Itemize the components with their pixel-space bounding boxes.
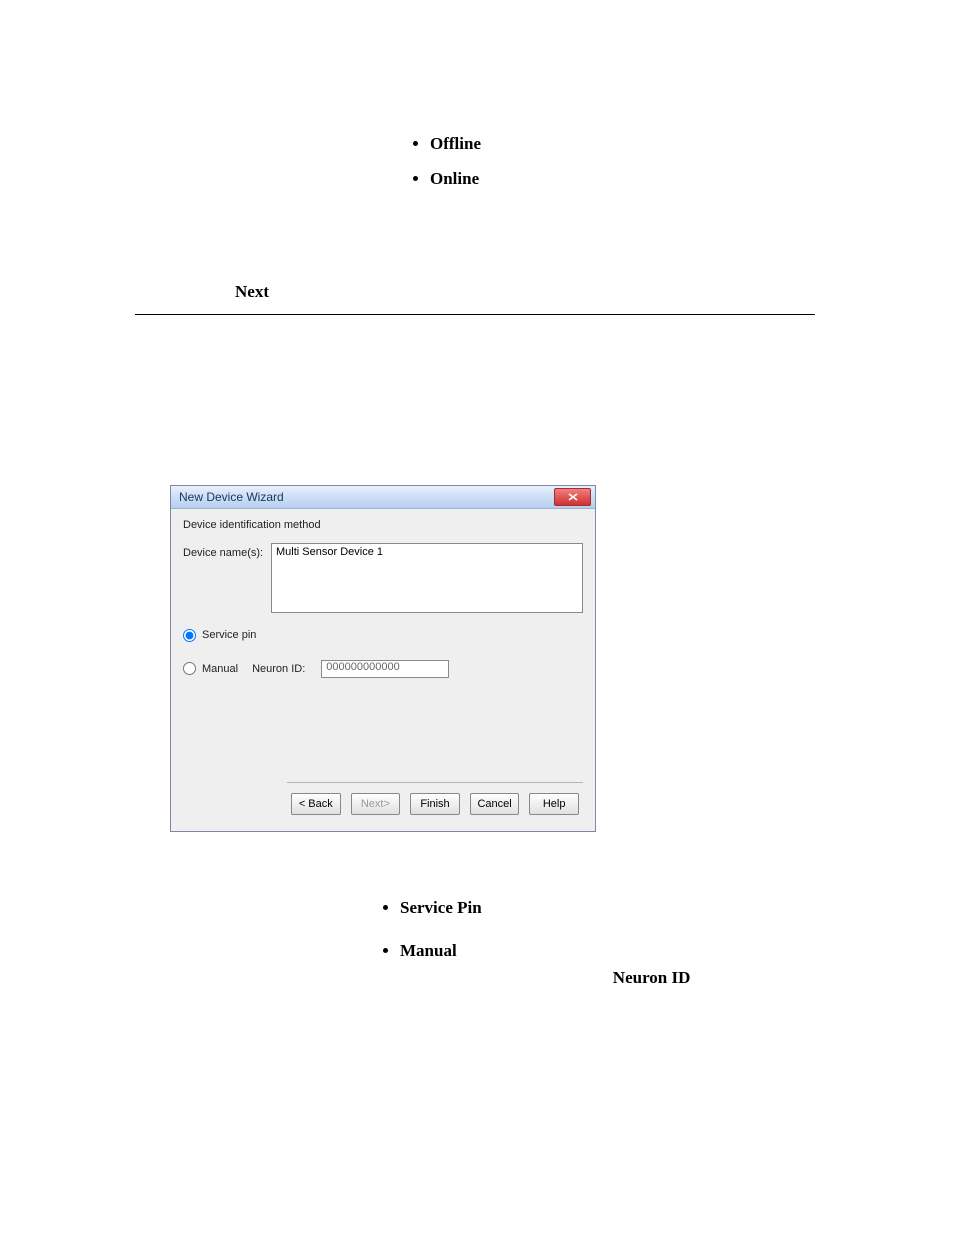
next-line: Next — [235, 282, 834, 302]
neuron-id-value: 000000000000 — [326, 661, 399, 673]
offline-online-list: Offline Online — [390, 130, 834, 194]
list-item: Manual — [400, 937, 860, 966]
manual-term: Manual — [400, 941, 457, 960]
service-pin-radio-row: Service pin — [183, 629, 583, 642]
service-pin-term: Service Pin — [400, 898, 482, 917]
neuron-id-label: Neuron ID: — [252, 663, 305, 675]
manual-label: Manual — [202, 663, 238, 675]
list-item: Offline — [430, 130, 834, 159]
dialog-subtitle: Device identification method — [183, 519, 583, 531]
service-pin-radio[interactable] — [183, 629, 196, 642]
device-name-input[interactable]: Multi Sensor Device 1 — [271, 543, 583, 613]
neuron-id-fragment: pad Neuron ID — [406, 968, 836, 988]
next-word: Next — [235, 282, 269, 301]
method-description-list: Service Pin Manual — [360, 894, 860, 966]
neuron-id-input[interactable]: 000000000000 — [321, 660, 449, 678]
online-label: Online — [430, 169, 479, 188]
finish-button[interactable]: Finish — [410, 793, 460, 815]
section-divider — [135, 314, 815, 315]
manual-radio-row: Manual Neuron ID: 000000000000 — [183, 660, 583, 678]
close-icon[interactable] — [554, 488, 591, 506]
manual-radio[interactable] — [183, 662, 196, 675]
neuron-id-term: Neuron ID — [613, 968, 691, 987]
device-name-value: Multi Sensor Device 1 — [276, 546, 383, 558]
service-pin-label: Service pin — [202, 629, 256, 641]
dialog-titlebar: New Device Wizard — [171, 486, 595, 509]
cancel-button[interactable]: Cancel — [470, 793, 520, 815]
dialog-button-row: < Back Next> Finish Cancel Help — [287, 782, 583, 827]
new-device-wizard-dialog: New Device Wizard Device identification … — [170, 485, 596, 832]
device-name-label: Device name(s): — [183, 543, 271, 559]
help-button[interactable]: Help — [529, 793, 579, 815]
list-item: Service Pin — [400, 894, 860, 923]
dialog-title: New Device Wizard — [179, 490, 284, 504]
next-button[interactable]: Next> — [351, 793, 401, 815]
list-item: Online — [430, 165, 834, 194]
back-button[interactable]: < Back — [291, 793, 341, 815]
offline-label: Offline — [430, 134, 481, 153]
